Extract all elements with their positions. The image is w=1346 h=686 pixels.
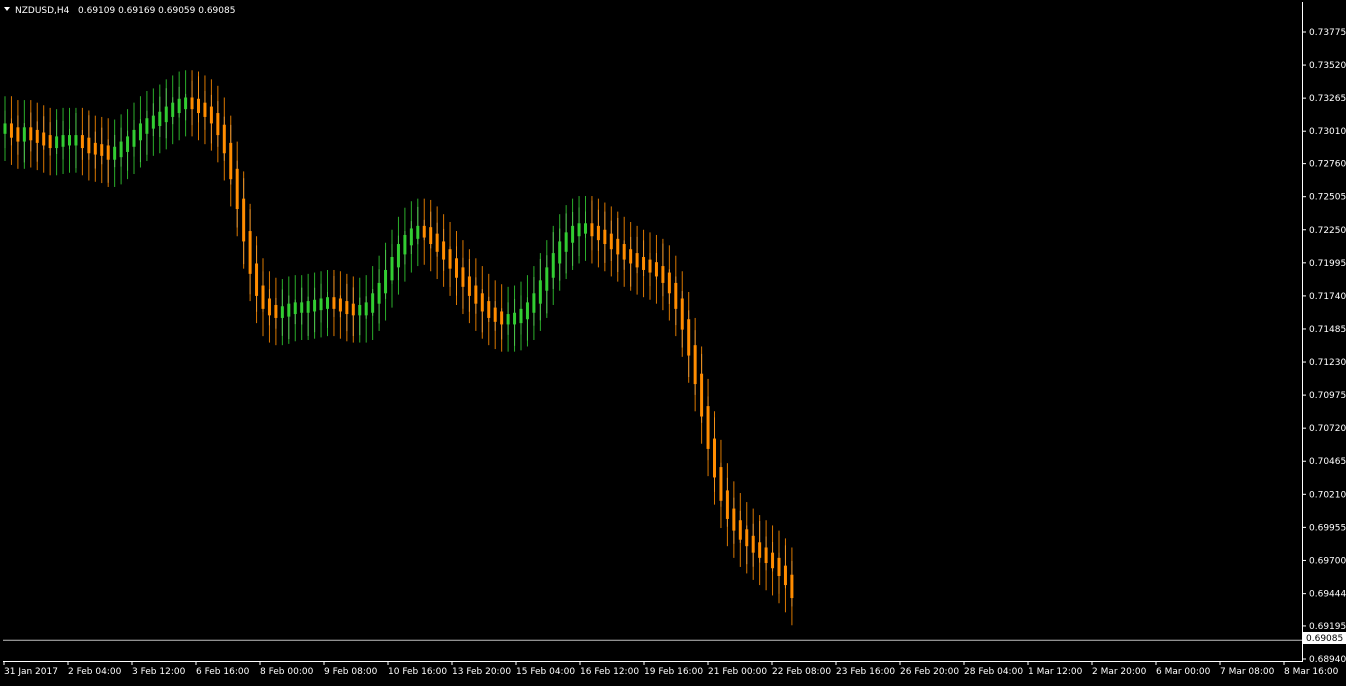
price-tick-label: 0.73520	[1309, 61, 1346, 71]
time-tick-label: 2 Feb 04:00	[68, 667, 122, 677]
price-tick-label: 0.68940	[1309, 655, 1346, 665]
time-tick-label: 19 Feb 16:00	[644, 667, 703, 677]
time-tick-label: 8 Feb 00:00	[260, 667, 314, 677]
symbol-timeframe: NZDUSD,H4	[15, 6, 70, 16]
price-tick-label: 0.71995	[1309, 259, 1346, 269]
time-tick-label: 10 Feb 16:00	[388, 667, 447, 677]
time-tick-label: 16 Feb 12:00	[580, 667, 639, 677]
time-tick-label: 26 Feb 20:00	[900, 667, 959, 677]
price-chart[interactable]: 0.73775 0.73520 0.73265 0.73010 0.72760 0.725…	[0, 0, 1346, 682]
time-tick-label: 1 Mar 12:00	[1028, 667, 1083, 677]
time-tick-label: 28 Feb 04:00	[964, 667, 1023, 677]
price-tick-label: 0.69955	[1309, 523, 1346, 533]
price-tick-label: 0.73010	[1309, 127, 1346, 137]
price-tick-label: 0.71230	[1309, 358, 1346, 368]
time-tick-label: 3 Feb 12:00	[132, 667, 186, 677]
chart-header[interactable]: NZDUSD,H4 0.69109 0.69169 0.69059 0.6908…	[4, 6, 235, 16]
current-price-badge: 0.69085	[1303, 632, 1346, 644]
time-tick-label: 6 Mar 00:00	[1156, 667, 1211, 677]
time-tick-label: 31 Jan 2017	[4, 667, 58, 677]
current-price-label: 0.69085	[1306, 634, 1343, 644]
price-tick-label: 0.69195	[1309, 622, 1346, 632]
price-tick-label: 0.71740	[1309, 292, 1346, 302]
price-tick-label: 0.72250	[1309, 226, 1346, 236]
time-tick-label: 8 Mar 16:00	[1284, 667, 1339, 677]
price-tick-label: 0.69700	[1309, 556, 1346, 566]
price-tick-label: 0.70210	[1309, 490, 1346, 500]
price-tick-label: 0.69444	[1309, 590, 1346, 600]
price-tick-label: 0.73265	[1309, 94, 1346, 104]
chart-background	[0, 0, 1346, 682]
time-tick-label: 23 Feb 16:00	[836, 667, 895, 677]
time-tick-label: 13 Feb 20:00	[452, 667, 511, 677]
time-tick-label: 6 Feb 16:00	[196, 667, 250, 677]
price-tick-label: 0.70465	[1309, 457, 1346, 467]
price-tick-label: 0.71485	[1309, 325, 1346, 335]
price-tick-label: 0.70720	[1309, 424, 1346, 434]
time-tick-label: 9 Feb 08:00	[324, 667, 378, 677]
ohlc-readout: 0.69109 0.69169 0.69059 0.69085	[78, 6, 235, 16]
time-tick-label: 22 Feb 08:00	[772, 667, 831, 677]
time-tick-label: 15 Feb 04:00	[516, 667, 575, 677]
price-tick-label: 0.72505	[1309, 193, 1346, 203]
time-tick-label: 7 Mar 08:00	[1220, 667, 1275, 677]
price-tick-label: 0.73775	[1309, 28, 1346, 38]
price-tick-label: 0.70975	[1309, 391, 1346, 401]
time-tick-label: 21 Feb 00:00	[708, 667, 767, 677]
chart-window[interactable]: 0.73775 0.73520 0.73265 0.73010 0.72760 0.725…	[0, 0, 1346, 682]
price-tick-label: 0.72760	[1309, 160, 1346, 170]
time-tick-label: 2 Mar 20:00	[1092, 667, 1147, 677]
